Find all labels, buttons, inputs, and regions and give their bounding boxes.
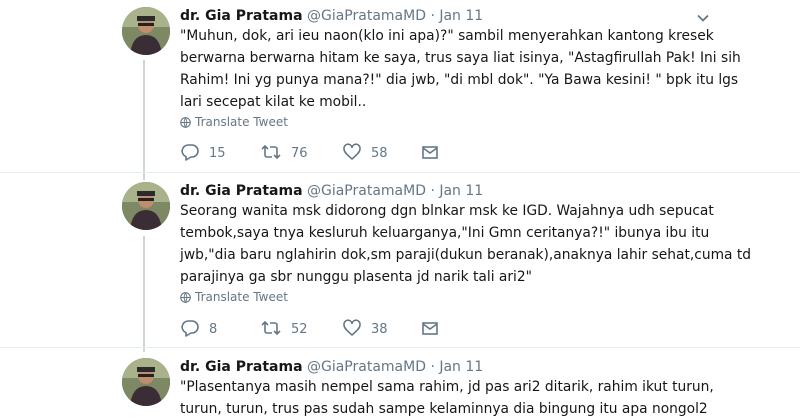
reply-button[interactable]: 15 [180,143,226,165]
reply-count: 15 [209,146,226,161]
tweet-divider [0,347,800,348]
retweet-icon [260,320,291,337]
tweet-header: dr. Gia Pratama @GiaPratamaMD · Jan 11 [180,356,483,378]
retweet-count: 76 [291,146,308,161]
tweet-actions: 15 76 58 [180,143,480,165]
envelope-icon [421,322,448,337]
author-name[interactable]: dr. Gia Pratama [180,359,303,375]
heart-icon [342,319,371,337]
tweet-text: Seorang wanita msk didorong dgn blnkar m… [180,200,752,288]
tweet-text-line: jwb,"dia baru nglahirin dok,sm paraji(du… [180,247,752,263]
author-name[interactable]: dr. Gia Pratama [180,183,303,199]
tweet-date[interactable]: Jan 11 [439,359,483,375]
tweet[interactable]: dr. Gia Pratama @GiaPratamaMD · Jan 11 S… [0,180,800,345]
tweet-divider [0,172,800,173]
tweet-text-line: "Plasentanya masih nempel sama rahim, jd… [180,379,714,395]
avatar[interactable] [122,182,170,230]
tweet-date[interactable]: Jan 11 [439,8,483,24]
author-handle[interactable]: @GiaPratamaMD [307,359,426,375]
tweet-text-line: lari secepat kilat ke mobil.. [180,94,367,110]
translate-label: Translate Tweet [195,115,288,129]
reply-button[interactable]: 8 [180,319,217,341]
globe-icon [180,115,195,129]
avatar[interactable] [122,358,170,406]
tweet-header: dr. Gia Pratama @GiaPratamaMD · Jan 11 [180,5,483,27]
tweet[interactable]: dr. Gia Pratama @GiaPratamaMD · Jan 11 "… [0,5,800,170]
envelope-icon [421,146,448,161]
avatar[interactable] [122,7,170,55]
tweet-text-line: tembok,saya tnya kesluruh keluarganya,"I… [180,225,710,241]
retweet-count: 52 [291,322,308,337]
like-button[interactable]: 38 [342,319,388,341]
tweet-text: "Plasentanya masih nempel sama rahim, jd… [180,376,714,420]
direct-message-button[interactable] [421,319,448,341]
retweet-icon [260,144,291,161]
direct-message-button[interactable] [421,143,448,165]
reply-icon [180,144,209,161]
tweet-text-line: "Muhun, dok, ari ieu naon(klo ini apa)?"… [180,28,714,44]
like-button[interactable]: 58 [342,143,388,165]
tweet-text-line: Rahim! Ini yg punya mana?!" dia jwb, "di… [180,72,739,88]
tweet-text-line: parajinya ga sbr nunggu plasenta jd nari… [180,269,533,285]
separator-dot: · [430,359,435,375]
separator-dot: · [430,8,435,24]
retweet-button[interactable]: 76 [260,143,308,165]
separator-dot: · [430,183,435,199]
tweet-text: "Muhun, dok, ari ieu naon(klo ini apa)?"… [180,25,741,113]
chevron-down-icon[interactable] [696,10,710,24]
tweet-actions: 8 52 38 [180,319,480,341]
like-count: 38 [371,322,388,337]
translate-label: Translate Tweet [195,290,288,304]
tweet-text-line: Seorang wanita msk didorong dgn blnkar m… [180,203,714,219]
author-handle[interactable]: @GiaPratamaMD [307,183,426,199]
reply-icon [180,320,209,337]
translate-tweet-link[interactable]: Translate Tweet [180,288,288,306]
author-handle[interactable]: @GiaPratamaMD [307,8,426,24]
retweet-button[interactable]: 52 [260,319,308,341]
tweet-header: dr. Gia Pratama @GiaPratamaMD · Jan 11 [180,180,483,202]
like-count: 58 [371,146,388,161]
tweet-date[interactable]: Jan 11 [439,183,483,199]
tweet[interactable]: dr. Gia Pratama @GiaPratamaMD · Jan 11 "… [0,356,800,420]
reply-count: 8 [209,322,218,337]
author-name[interactable]: dr. Gia Pratama [180,8,303,24]
globe-icon [180,290,195,304]
tweet-text-line: berwarna berwarna hitam ke saya, trus sa… [180,50,741,66]
translate-tweet-link[interactable]: Translate Tweet [180,113,288,131]
tweet-text-line: turun, turun, trus pas sudah sampe kelam… [180,401,708,417]
heart-icon [342,143,371,161]
